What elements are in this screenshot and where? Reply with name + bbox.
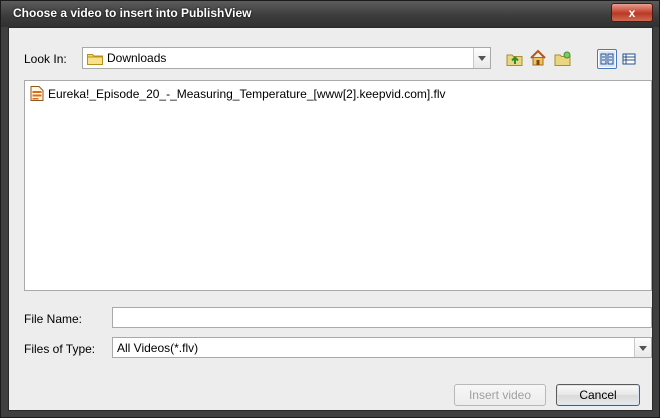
look-in-value: Downloads [107, 51, 167, 65]
close-button[interactable]: x [611, 3, 653, 22]
details-view-button[interactable] [619, 49, 639, 69]
files-of-type-dropdown[interactable]: All Videos(*.flv) [112, 337, 652, 358]
up-one-level-icon[interactable] [506, 51, 524, 67]
file-list[interactable]: Eureka!_Episode_20_-_Measuring_Temperatu… [24, 80, 652, 291]
chevron-down-icon[interactable] [634, 338, 651, 357]
insert-video-label: Insert video [468, 388, 532, 402]
close-icon: x [628, 5, 636, 20]
file-name-text: Eureka!_Episode_20_-_Measuring_Temperatu… [48, 86, 446, 101]
home-icon[interactable] [529, 49, 547, 66]
dialog-title: Choose a video to insert into PublishVie… [13, 6, 252, 20]
dialog-window: Choose a video to insert into PublishVie… [0, 0, 660, 418]
look-in-dropdown[interactable]: Downloads [82, 47, 491, 69]
file-name-label: File Name: [24, 312, 83, 326]
look-in-label: Look In: [24, 52, 67, 66]
details-view-icon [622, 53, 636, 65]
file-name-input[interactable] [112, 307, 652, 328]
title-bar[interactable]: Choose a video to insert into PublishVie… [1, 1, 659, 27]
list-view-button[interactable] [597, 49, 617, 69]
video-file-icon [30, 86, 44, 101]
files-of-type-value: All Videos(*.flv) [117, 341, 199, 355]
folder-icon [87, 52, 103, 68]
list-view-icon [600, 53, 614, 65]
chevron-down-icon[interactable] [473, 48, 490, 68]
cancel-button[interactable]: Cancel [556, 384, 640, 406]
file-item[interactable]: Eureka!_Episode_20_-_Measuring_Temperatu… [30, 86, 446, 101]
insert-video-button[interactable]: Insert video [454, 384, 546, 406]
dialog-body: Look In: Downloads Eureka!_Episode_20_-_… [8, 27, 653, 411]
new-folder-icon[interactable] [554, 51, 572, 67]
files-of-type-label: Files of Type: [24, 342, 96, 356]
cancel-label: Cancel [579, 388, 617, 402]
